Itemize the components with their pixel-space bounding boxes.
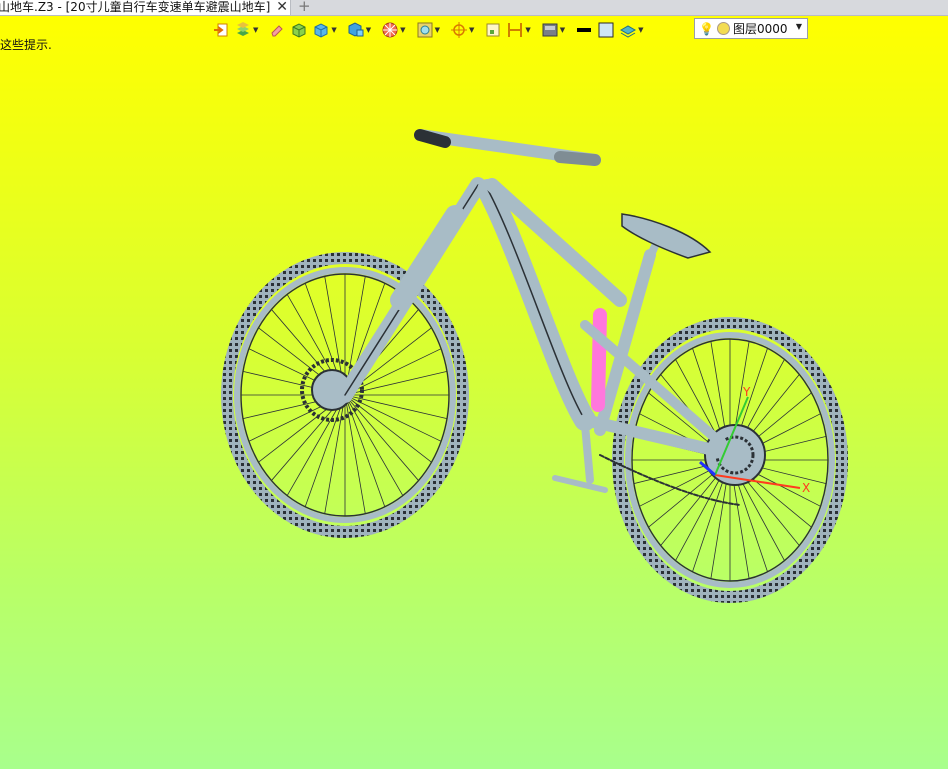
new-tab-button[interactable]: + <box>298 0 311 15</box>
close-icon[interactable]: ✕ <box>276 0 288 15</box>
spoke <box>304 394 346 507</box>
bike-frame <box>337 129 741 506</box>
document-tab-title: 山地车.Z3 - [20寸儿童自行车变速单车避震山地车] <box>0 0 271 14</box>
axis-y-label: Y <box>742 385 751 399</box>
document-tab[interactable]: 山地车.Z3 - [20寸儿童自行车变速单车避震山地车] ✕ <box>0 0 291 15</box>
spoke <box>344 394 419 481</box>
bicycle-model[interactable]: X Y <box>0 16 948 769</box>
3d-viewport[interactable]: 这些提示. ▼ ▼ ▼ ▼ ▼ ▼ ▼ ▼ ▼ 💡 图层0000 ▼ X Y <box>0 16 948 769</box>
document-tab-bar: 山地车.Z3 - [20寸儿童自行车变速单车避震山地车] ✕ + <box>0 0 948 16</box>
rear-wheel <box>612 317 848 603</box>
axis-x-label: X <box>802 481 810 495</box>
